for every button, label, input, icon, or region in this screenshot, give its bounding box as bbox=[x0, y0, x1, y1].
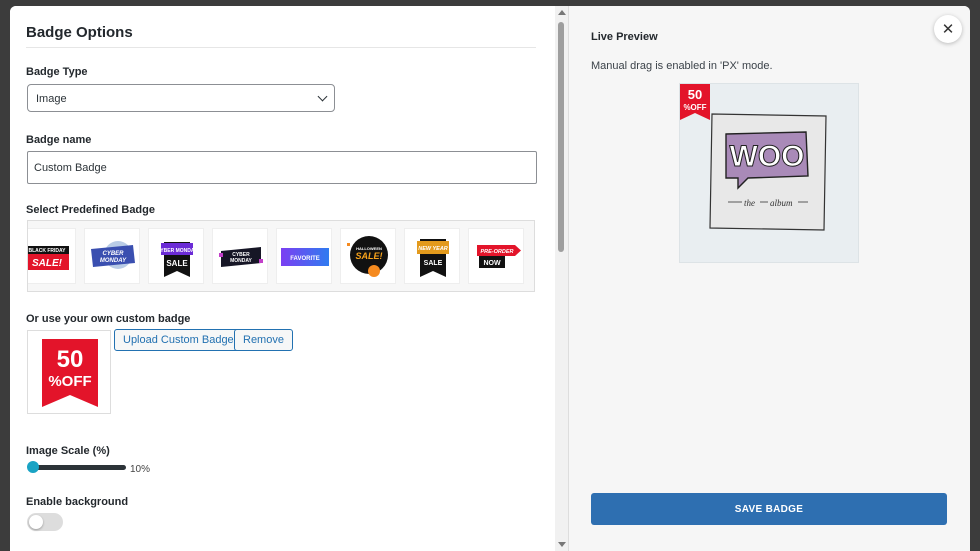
predefined-badge-new-year[interactable]: NEW YEAR SALE bbox=[404, 228, 460, 284]
image-scale-value: 10% bbox=[130, 464, 151, 475]
badge-type-label: Badge Type bbox=[26, 66, 88, 78]
panel-title: Badge Options bbox=[26, 24, 133, 41]
badge-text: SALE! bbox=[32, 258, 63, 269]
image-scale-thumb[interactable] bbox=[27, 461, 39, 473]
badge-text: 50 bbox=[57, 346, 84, 373]
badge-text: BLACK FRIDAY bbox=[28, 248, 66, 254]
badge-text: CYBER MONDAY bbox=[157, 248, 198, 254]
image-scale-label: Image Scale (%) bbox=[26, 445, 110, 457]
badge-type-select[interactable]: Image bbox=[27, 84, 335, 112]
badge-name-input[interactable] bbox=[27, 151, 537, 184]
left-panel-scrollbar[interactable] bbox=[555, 6, 568, 551]
product-logo: WOO bbox=[730, 140, 805, 173]
save-badge-button[interactable]: SAVE BADGE bbox=[591, 493, 947, 525]
badge-text: %OFF bbox=[683, 103, 706, 112]
live-preview-title: Live Preview bbox=[591, 31, 658, 43]
enable-background-toggle[interactable] bbox=[27, 513, 63, 531]
predefined-badge-label: Select Predefined Badge bbox=[26, 204, 155, 216]
scroll-up-arrow-icon[interactable] bbox=[558, 10, 566, 15]
custom-badge-image: 50 %OFF bbox=[42, 339, 98, 407]
toggle-knob bbox=[29, 515, 43, 529]
badge-text: 50 bbox=[688, 87, 702, 102]
badge-text: SALE bbox=[166, 259, 188, 268]
scrollbar-thumb[interactable] bbox=[558, 22, 564, 252]
predefined-badge-gallery: BLACK FRIDAY SALE! CYBER MONDAY CYBER MO… bbox=[27, 220, 535, 292]
enable-background-label: Enable background bbox=[26, 496, 129, 508]
predefined-badge-pre-order[interactable]: PRE-ORDER NOW bbox=[468, 228, 524, 284]
badge-editor-modal: Badge Options Badge Type Image Badge nam… bbox=[10, 6, 970, 551]
title-divider bbox=[26, 47, 536, 48]
badge-text: MONDAY bbox=[100, 258, 127, 264]
remove-custom-badge-button[interactable]: Remove bbox=[234, 329, 293, 351]
predefined-badge-cyber-monday-sale[interactable]: CYBER MONDAY SALE bbox=[148, 228, 204, 284]
badge-text: NEW YEAR bbox=[418, 246, 448, 252]
live-preview-panel: Live Preview Manual drag is enabled in '… bbox=[568, 6, 970, 551]
badge-type-value: Image bbox=[36, 93, 67, 105]
product-caption: album bbox=[770, 198, 793, 208]
close-icon[interactable]: ✕ bbox=[934, 15, 962, 43]
chevron-down-icon bbox=[317, 91, 328, 102]
drag-mode-note: Manual drag is enabled in 'PX' mode. bbox=[591, 60, 773, 72]
custom-badge-preview: 50 %OFF bbox=[27, 330, 111, 414]
badge-text: FAVORITE bbox=[290, 256, 320, 262]
predefined-badge-halloween[interactable]: HALLOWEEN SALE! bbox=[340, 228, 396, 284]
custom-badge-label: Or use your own custom badge bbox=[26, 313, 191, 325]
badge-name-label: Badge name bbox=[26, 134, 92, 146]
preview-badge[interactable]: 50 %OFF bbox=[680, 84, 710, 120]
product-preview-image[interactable]: WOO the album 50 %OFF bbox=[679, 83, 859, 263]
badge-text: %OFF bbox=[48, 373, 91, 390]
predefined-badge-cyber-monday-dark[interactable]: CYBER MONDAY bbox=[212, 228, 268, 284]
badge-text: MONDAY bbox=[230, 258, 252, 264]
predefined-badge-cyber-monday-blue[interactable]: CYBER MONDAY bbox=[84, 228, 140, 284]
predefined-badge-black-friday[interactable]: BLACK FRIDAY SALE! bbox=[28, 228, 76, 284]
image-scale-track[interactable] bbox=[32, 465, 126, 470]
scroll-down-arrow-icon[interactable] bbox=[558, 542, 566, 547]
predefined-badge-favorite[interactable]: FAVORITE bbox=[276, 228, 332, 284]
badge-options-panel: Badge Options Badge Type Image Badge nam… bbox=[10, 6, 555, 551]
badge-text: SALE bbox=[424, 260, 443, 267]
badge-text: SALE! bbox=[356, 251, 383, 261]
badge-text: PRE-ORDER bbox=[480, 249, 513, 255]
badge-text: CYBER bbox=[102, 251, 124, 257]
badge-text: NOW bbox=[483, 260, 501, 267]
upload-custom-badge-button[interactable]: Upload Custom Badge bbox=[114, 329, 243, 351]
product-caption: the bbox=[744, 198, 755, 208]
